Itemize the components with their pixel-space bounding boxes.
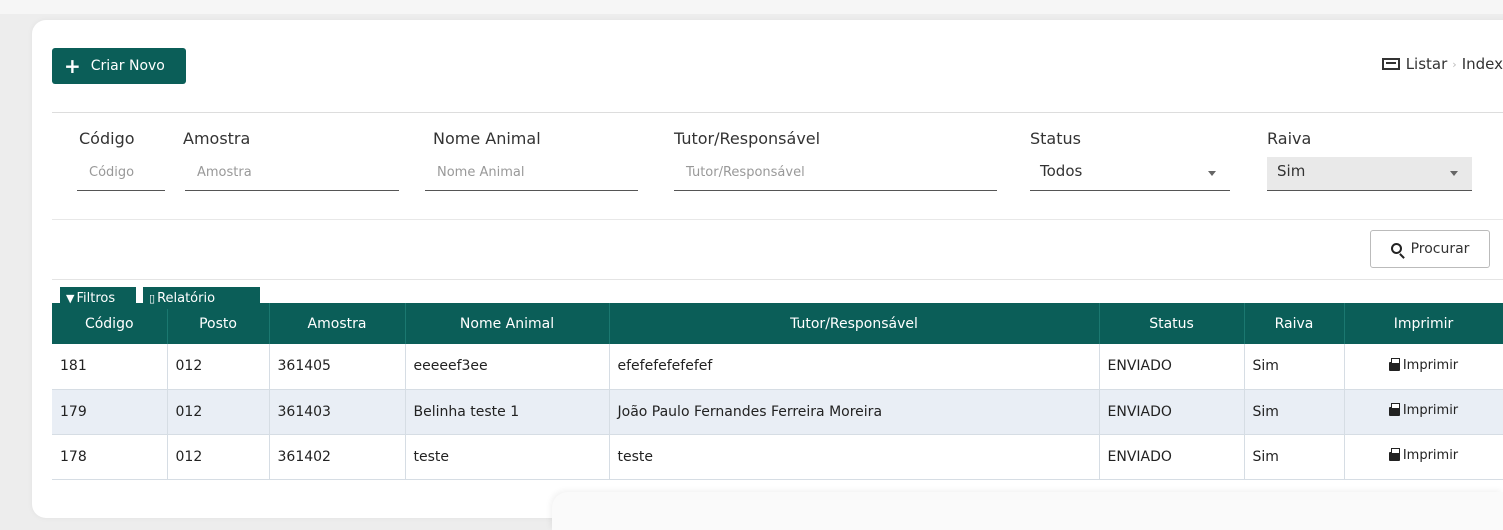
column-header-nome-animal[interactable]: Nome Animal xyxy=(405,303,610,344)
filter-label-raiva: Raiva xyxy=(1267,129,1312,148)
search-button[interactable]: Procurar xyxy=(1370,230,1490,268)
filter-icon: ▼ xyxy=(66,291,75,305)
print-link[interactable]: Imprimir xyxy=(1388,357,1459,373)
print-link[interactable]: Imprimir xyxy=(1388,448,1459,463)
cell-imprimir: Imprimir xyxy=(1344,344,1503,390)
column-header-posto[interactable]: Posto xyxy=(167,303,270,344)
cell-nome-animal: teste xyxy=(405,434,610,480)
cell-status: ENVIADO xyxy=(1099,434,1245,480)
cell-raiva: Sim xyxy=(1244,344,1345,390)
table-row: 178 012 361402 teste teste ENVIADO Sim I… xyxy=(52,434,1503,480)
tab-relatorio-label: Relatório xyxy=(157,290,216,306)
column-header-amostra[interactable]: Amostra xyxy=(269,303,406,344)
search-icon xyxy=(1390,242,1402,254)
breadcrumb-item-listar[interactable]: Listar xyxy=(1406,55,1448,73)
filter-label-codigo: Código xyxy=(79,129,135,148)
cell-codigo: 179 xyxy=(52,389,168,435)
column-header-tutor[interactable]: Tutor/Responsável xyxy=(609,303,1100,344)
filter-label-amostra: Amostra xyxy=(183,129,251,148)
cell-amostra: 361402 xyxy=(269,434,406,480)
filter-label-tutor: Tutor/Responsável xyxy=(674,129,821,148)
codigo-input[interactable]: Código xyxy=(77,159,165,191)
table-row: 179 012 361403 Belinha teste 1 João Paul… xyxy=(52,389,1503,435)
column-header-codigo[interactable]: Código xyxy=(52,303,168,344)
cell-imprimir: Imprimir xyxy=(1344,389,1503,435)
cell-tutor: João Paulo Fernandes Ferreira Moreira xyxy=(609,389,1100,435)
column-header-imprimir: Imprimir xyxy=(1344,303,1503,344)
table-header-row: Código Posto Amostra Nome Animal Tutor/R… xyxy=(52,303,1503,344)
status-select[interactable]: Todos xyxy=(1030,157,1230,191)
cell-amostra: 361403 xyxy=(269,389,406,435)
tab-relatorio[interactable]: ▯ Relatório xyxy=(143,287,260,309)
cell-imprimir: Imprimir xyxy=(1344,434,1503,480)
cell-codigo: 178 xyxy=(52,434,168,480)
tab-filtros-label: Filtros xyxy=(76,290,116,306)
print-link-label: Imprimir xyxy=(1402,403,1459,418)
print-link[interactable]: Imprimir xyxy=(1388,403,1459,418)
breadcrumb: Listar › Index xyxy=(1381,55,1503,73)
filter-label-nome-animal: Nome Animal xyxy=(433,129,541,148)
raiva-select-value: Sim xyxy=(1277,162,1306,180)
search-button-label: Procurar xyxy=(1410,241,1470,257)
chevron-down-icon xyxy=(1450,171,1458,176)
top-band xyxy=(0,0,1503,14)
overlay-panel xyxy=(552,492,1503,530)
chevron-down-icon xyxy=(1208,171,1216,176)
breadcrumb-item-index: Index xyxy=(1461,55,1503,73)
create-new-button[interactable]: + Criar Novo xyxy=(52,48,186,84)
printer-icon xyxy=(1388,448,1400,461)
cell-nome-animal: Belinha teste 1 xyxy=(405,389,610,435)
table-row: 181 012 361405 eeeeef3ee efefefefefefef … xyxy=(52,344,1503,390)
results-table: Código Posto Amostra Nome Animal Tutor/R… xyxy=(52,303,1503,480)
printer-icon xyxy=(1388,403,1400,416)
column-header-raiva[interactable]: Raiva xyxy=(1244,303,1345,344)
nome-animal-input[interactable]: Nome Animal xyxy=(425,159,638,191)
create-new-label: Criar Novo xyxy=(90,58,165,74)
tutor-input[interactable]: Tutor/Responsável xyxy=(674,159,997,191)
cell-amostra: 361405 xyxy=(269,344,406,390)
breadcrumb-separator: › xyxy=(1452,57,1457,71)
cell-status: ENVIADO xyxy=(1099,344,1245,390)
print-link-label: Imprimir xyxy=(1402,357,1459,373)
cell-posto: 012 xyxy=(167,389,270,435)
printer-icon xyxy=(1388,357,1400,371)
status-select-value: Todos xyxy=(1040,162,1083,180)
cell-codigo: 181 xyxy=(52,344,168,390)
column-header-status[interactable]: Status xyxy=(1099,303,1245,344)
cell-posto: 012 xyxy=(167,434,270,480)
cell-status: ENVIADO xyxy=(1099,389,1245,435)
amostra-input[interactable]: Amostra xyxy=(185,159,399,191)
cell-raiva: Sim xyxy=(1244,389,1345,435)
tab-filtros[interactable]: ▼ Filtros xyxy=(60,287,136,309)
report-icon: ▯ xyxy=(149,291,156,305)
plus-icon: + xyxy=(64,54,81,78)
print-link-label: Imprimir xyxy=(1402,448,1459,463)
cell-raiva: Sim xyxy=(1244,434,1345,480)
list-icon xyxy=(1381,58,1400,70)
cell-tutor: teste xyxy=(609,434,1100,480)
cell-posto: 012 xyxy=(167,344,270,390)
filter-divider xyxy=(52,219,1503,220)
cell-tutor: efefefefefefef xyxy=(609,344,1100,390)
filter-panel: Código Código Amostra Amostra Nome Anima… xyxy=(52,112,1503,280)
filter-label-status: Status xyxy=(1030,129,1081,148)
raiva-select[interactable]: Sim xyxy=(1267,157,1472,191)
cell-nome-animal: eeeeef3ee xyxy=(405,344,610,390)
